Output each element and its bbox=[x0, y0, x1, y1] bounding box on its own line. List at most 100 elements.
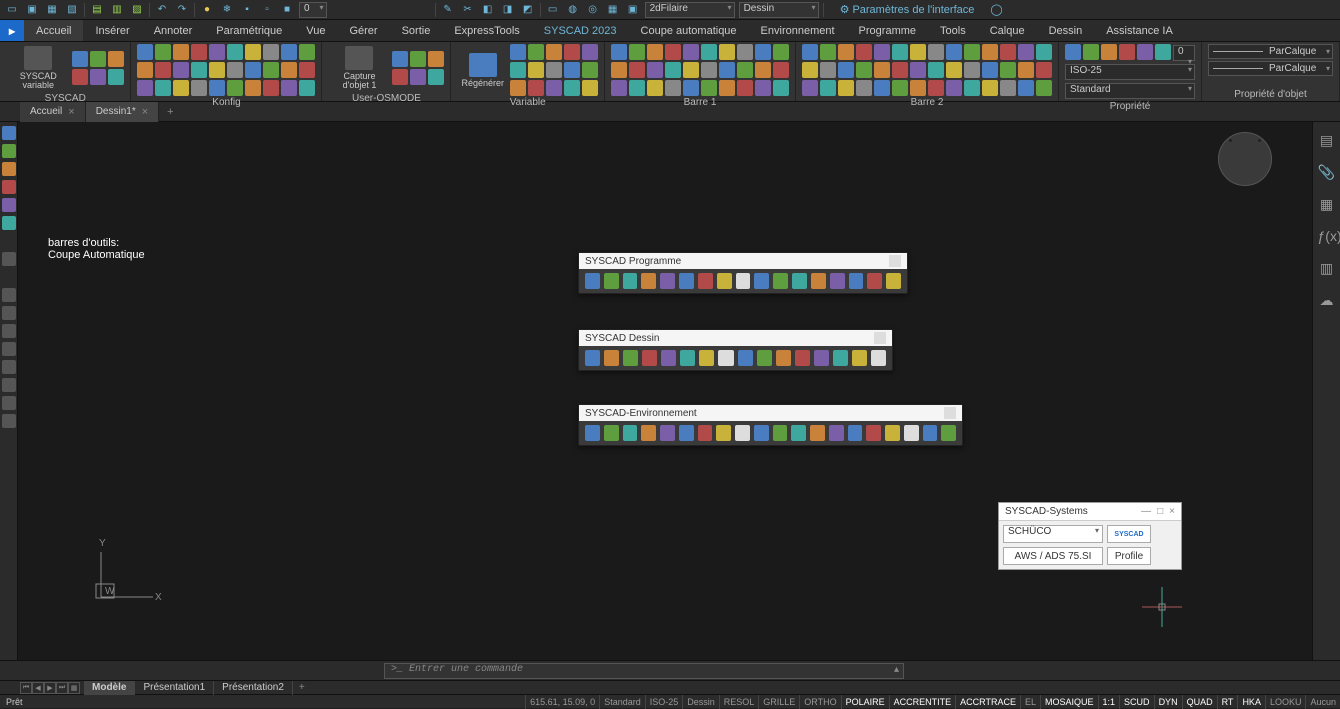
command-input[interactable]: >_ Entrer une commande▴ bbox=[384, 663, 904, 679]
visualstyle-combo[interactable]: 2dFilaire bbox=[645, 2, 735, 18]
layer-color-icon[interactable]: ■ bbox=[279, 2, 295, 18]
tab-gerer[interactable]: Gérer bbox=[337, 20, 389, 41]
tool-e-icon[interactable]: ◩ bbox=[520, 2, 536, 18]
drawing-canvas[interactable]: barres d'outils: Coupe Automatique SYSCA… bbox=[18, 122, 1312, 660]
cloud-icon[interactable]: ☁ bbox=[1318, 292, 1336, 310]
layer-combo[interactable]: 0 bbox=[299, 2, 327, 18]
view-e-icon[interactable]: ▣ bbox=[625, 2, 641, 18]
plot-icon[interactable]: ▤ bbox=[89, 2, 105, 18]
close-icon[interactable]: × bbox=[68, 106, 74, 118]
status-el[interactable]: EL bbox=[1020, 695, 1040, 709]
close-icon[interactable] bbox=[874, 332, 886, 344]
status-polaire[interactable]: POLAIRE bbox=[841, 695, 889, 709]
tab-syscad2023[interactable]: SYSCAD 2023 bbox=[532, 20, 629, 41]
ltool-icon[interactable] bbox=[2, 126, 16, 140]
view-d-icon[interactable]: ▦ bbox=[605, 2, 621, 18]
tab-coupe[interactable]: Coupe automatique bbox=[629, 20, 749, 41]
lock-icon[interactable]: ▦ bbox=[1318, 196, 1336, 214]
status-grille[interactable]: GRILLE bbox=[758, 695, 799, 709]
regenerer-button[interactable]: Régénérer bbox=[457, 51, 508, 90]
tab-environnement[interactable]: Environnement bbox=[749, 20, 847, 41]
search-icon[interactable]: ◯ bbox=[990, 3, 1002, 16]
status-scale[interactable]: 1:1 bbox=[1098, 695, 1120, 709]
app-menu-button[interactable]: ▸ bbox=[0, 20, 24, 41]
toolbar-syscad-environnement[interactable]: SYSCAD-Environnement bbox=[578, 404, 963, 446]
status-accrtrace[interactable]: ACCRTRACE bbox=[955, 695, 1020, 709]
filetab-dessin1[interactable]: Dessin1*× bbox=[86, 102, 159, 122]
attachments-icon[interactable]: 📎 bbox=[1318, 164, 1336, 182]
tool-c-icon[interactable]: ◧ bbox=[480, 2, 496, 18]
view-a-icon[interactable]: ▭ bbox=[545, 2, 561, 18]
layer-lock-icon[interactable]: ▪ bbox=[239, 2, 255, 18]
minimize-icon[interactable]: — bbox=[1141, 506, 1151, 517]
status-iso[interactable]: ISO-25 bbox=[645, 695, 683, 709]
components-icon[interactable]: ▥ bbox=[1318, 260, 1336, 278]
status-mosaique[interactable]: MOSAIQUE bbox=[1040, 695, 1098, 709]
tab-expresstools[interactable]: ExpressTools bbox=[442, 20, 531, 41]
capture-button[interactable]: Capture d'objet 1 bbox=[328, 44, 390, 92]
maximize-icon[interactable]: □ bbox=[1157, 506, 1163, 517]
syscad-variable-button[interactable]: SYSCAD variable bbox=[6, 44, 70, 92]
tab-parametrique[interactable]: Paramétrique bbox=[204, 20, 294, 41]
ribbon-icon[interactable] bbox=[137, 44, 153, 60]
fx-icon[interactable]: ƒ(x) bbox=[1318, 228, 1336, 246]
save-icon[interactable]: ▦ bbox=[44, 2, 60, 18]
tab-annoter[interactable]: Annoter bbox=[142, 20, 205, 41]
status-quad[interactable]: QUAD bbox=[1182, 695, 1217, 709]
status-dyn[interactable]: DYN bbox=[1154, 695, 1182, 709]
tab-vue[interactable]: Vue bbox=[294, 20, 337, 41]
tab-calque[interactable]: Calque bbox=[978, 20, 1037, 41]
status-looku[interactable]: LOOKU bbox=[1265, 695, 1306, 709]
filetab-accueil[interactable]: Accueil× bbox=[20, 102, 86, 122]
close-icon[interactable]: × bbox=[142, 106, 148, 118]
status-dimstyle[interactable]: Standard bbox=[599, 695, 645, 709]
tool-a-icon[interactable]: ✎ bbox=[440, 2, 456, 18]
last-layout-button[interactable]: ⏭ bbox=[56, 682, 68, 694]
status-hka[interactable]: HKA bbox=[1237, 695, 1265, 709]
tab-programme[interactable]: Programme bbox=[847, 20, 928, 41]
close-icon[interactable] bbox=[889, 255, 901, 267]
layout-list-button[interactable]: ▦ bbox=[68, 682, 80, 694]
view-cube[interactable] bbox=[1218, 132, 1272, 186]
tab-tools[interactable]: Tools bbox=[928, 20, 978, 41]
redo-icon[interactable]: ↷ bbox=[174, 2, 190, 18]
status-resol[interactable]: RESOL bbox=[719, 695, 759, 709]
layer-bulb-icon[interactable]: ● bbox=[199, 2, 215, 18]
add-tab-button[interactable]: + bbox=[159, 106, 181, 118]
status-scud[interactable]: SCUD bbox=[1119, 695, 1154, 709]
color-combo[interactable]: ParCalque bbox=[1208, 44, 1333, 59]
brand-combo[interactable]: SCHÜCO bbox=[1003, 525, 1103, 543]
tab-assistance-ia[interactable]: Assistance IA bbox=[1094, 20, 1185, 41]
tool-b-icon[interactable]: ✂ bbox=[460, 2, 476, 18]
toolbar-syscad-dessin[interactable]: SYSCAD Dessin bbox=[578, 329, 893, 371]
layers-panel-icon[interactable]: ▤ bbox=[1318, 132, 1336, 150]
view-c-icon[interactable]: ◎ bbox=[585, 2, 601, 18]
tab-dessin[interactable]: Dessin bbox=[1037, 20, 1095, 41]
status-rt[interactable]: RT bbox=[1217, 695, 1238, 709]
new-icon[interactable]: ▭ bbox=[4, 2, 20, 18]
tab-sortie[interactable]: Sortie bbox=[390, 20, 443, 41]
tab-inserer[interactable]: Insérer bbox=[83, 20, 141, 41]
prev-layout-button[interactable]: ◀ bbox=[32, 682, 44, 694]
first-layout-button[interactable]: ⏮ bbox=[20, 682, 32, 694]
tab-modele[interactable]: Modèle bbox=[84, 681, 135, 695]
view-b-icon[interactable]: ◍ bbox=[565, 2, 581, 18]
layer-print-icon[interactable]: ▫ bbox=[259, 2, 275, 18]
history-up-icon[interactable]: ▴ bbox=[894, 664, 899, 676]
preview-icon[interactable]: ▥ bbox=[109, 2, 125, 18]
profile-button[interactable]: Profile bbox=[1107, 547, 1151, 565]
close-icon[interactable] bbox=[944, 407, 956, 419]
status-aucun[interactable]: Aucun bbox=[1305, 695, 1340, 709]
status-accrentite[interactable]: ACCRENTITE bbox=[889, 695, 956, 709]
saveas-icon[interactable]: ▧ bbox=[64, 2, 80, 18]
toolbar-syscad-programme[interactable]: SYSCAD Programme bbox=[578, 252, 908, 294]
status-ortho[interactable]: ORTHO bbox=[799, 695, 840, 709]
next-layout-button[interactable]: ▶ bbox=[44, 682, 56, 694]
tool-d-icon[interactable]: ◨ bbox=[500, 2, 516, 18]
workspace-combo[interactable]: Dessin bbox=[739, 2, 819, 18]
open-icon[interactable]: ▣ bbox=[24, 2, 40, 18]
textstyle-combo[interactable]: Standard bbox=[1065, 83, 1195, 99]
layer-freeze-icon[interactable]: ❄ bbox=[219, 2, 235, 18]
syscad-systems-panel[interactable]: SYSCAD-Systems — □ × SCHÜCO SYSCAD AWS /… bbox=[998, 502, 1182, 570]
product-button[interactable]: AWS / ADS 75.SI bbox=[1003, 547, 1103, 565]
